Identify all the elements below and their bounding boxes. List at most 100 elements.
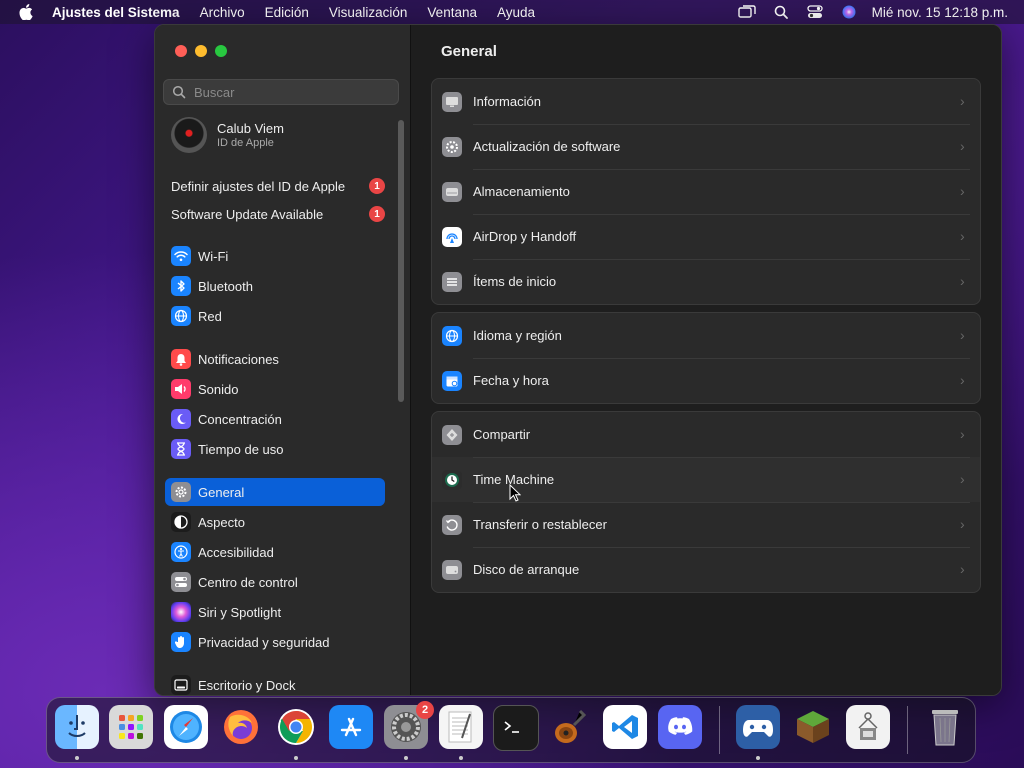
menubar-clock[interactable]: Mié nov. 15 12:18 p.m. xyxy=(872,5,1008,20)
storage-icon xyxy=(442,181,462,202)
row-label: Información xyxy=(473,94,541,109)
zoom-window-button[interactable] xyxy=(215,45,227,57)
row-airdrop-handoff[interactable]: AirDrop y Handoff › xyxy=(432,214,980,259)
sidebar-item-wifi[interactable]: Wi-Fi xyxy=(165,242,385,270)
firefox-icon[interactable] xyxy=(219,705,263,749)
notice-software-update[interactable]: Software Update Available 1 xyxy=(171,203,385,225)
sidebar-item-centro-de-control[interactable]: Centro de control xyxy=(165,568,385,596)
row-compartir[interactable]: Compartir › xyxy=(432,412,980,457)
sidebar-item-label: Siri y Spotlight xyxy=(198,604,282,620)
row-label: Transferir o restablecer xyxy=(473,517,607,532)
sidebar-item-siri-spotlight[interactable]: Siri y Spotlight xyxy=(165,598,385,626)
menu-ayuda[interactable]: Ayuda xyxy=(497,5,535,20)
language-icon xyxy=(442,325,462,346)
sharing-icon xyxy=(442,424,462,445)
sidebar-item-label: Escritorio y Dock xyxy=(198,677,296,693)
dock: 2 xyxy=(46,697,976,763)
control-center-icon[interactable] xyxy=(806,4,824,20)
row-label: Actualización de software xyxy=(473,139,621,154)
terminal-icon[interactable] xyxy=(493,705,539,751)
row-idioma-region[interactable]: Idioma y región › xyxy=(432,313,980,358)
chrome-icon[interactable] xyxy=(274,705,318,749)
vscode-icon[interactable] xyxy=(603,705,647,749)
garageband-icon[interactable] xyxy=(548,705,592,749)
safari-icon[interactable] xyxy=(164,705,208,749)
notice-label: Definir ajustes del ID de Apple xyxy=(171,178,346,194)
chevron-right-icon: › xyxy=(960,183,965,199)
menu-bar: Ajustes del Sistema Archivo Edición Visu… xyxy=(0,0,1024,24)
finder-icon[interactable] xyxy=(55,705,99,749)
menu-archivo[interactable]: Archivo xyxy=(200,5,245,20)
running-indicator xyxy=(294,756,298,760)
dock-notification-badge: 2 xyxy=(416,701,434,719)
row-fecha-hora[interactable]: Fecha y hora › xyxy=(432,358,980,403)
apple-id-account[interactable]: Calub Viem ID de Apple xyxy=(171,117,284,153)
sidebar-item-label: Centro de control xyxy=(198,574,298,590)
siri-icon[interactable] xyxy=(840,4,858,20)
menu-app-name[interactable]: Ajustes del Sistema xyxy=(52,5,180,20)
menu-edicion[interactable]: Edición xyxy=(265,5,309,20)
sidebar-item-escritorio-dock[interactable]: Escritorio y Dock xyxy=(165,671,385,695)
time-machine-icon xyxy=(442,469,462,490)
game-controller-app-icon[interactable] xyxy=(736,705,780,749)
wifi-icon xyxy=(171,246,191,266)
archive-utility-icon[interactable] xyxy=(846,705,890,749)
airdrop-icon xyxy=(442,226,462,247)
sidebar-item-label: Red xyxy=(198,308,222,324)
globe-icon xyxy=(171,306,191,326)
menu-visualizacion[interactable]: Visualización xyxy=(329,5,408,20)
trash-icon[interactable] xyxy=(923,705,967,749)
discord-icon[interactable] xyxy=(658,705,702,749)
notification-badge: 1 xyxy=(369,178,385,194)
appearance-icon xyxy=(171,512,191,532)
gear-icon xyxy=(171,482,191,502)
sidebar-item-bluetooth[interactable]: Bluetooth xyxy=(165,272,385,300)
notice-apple-id-settings[interactable]: Definir ajustes del ID de Apple 1 xyxy=(171,175,385,197)
window-controls xyxy=(175,45,227,57)
search-input[interactable] xyxy=(192,83,396,101)
chevron-right-icon: › xyxy=(960,426,965,442)
minecraft-icon[interactable] xyxy=(791,705,835,749)
apple-menu-icon[interactable] xyxy=(18,4,34,20)
row-transferir-restablecer[interactable]: Transferir o restablecer › xyxy=(432,502,980,547)
sidebar-item-general[interactable]: General xyxy=(165,478,385,506)
sidebar-scrollbar[interactable] xyxy=(398,120,404,402)
bell-icon xyxy=(171,349,191,369)
app-store-icon[interactable] xyxy=(329,705,373,749)
toggles-icon xyxy=(171,572,191,592)
row-informacion[interactable]: Información › xyxy=(432,79,980,124)
sidebar-item-accesibilidad[interactable]: Accesibilidad xyxy=(165,538,385,566)
sidebar-item-label: Bluetooth xyxy=(198,278,253,294)
screen-mirroring-icon[interactable] xyxy=(737,4,756,20)
page-title: General xyxy=(441,43,497,60)
row-actualizacion-software[interactable]: Actualización de software › xyxy=(432,124,980,169)
chevron-right-icon: › xyxy=(960,93,965,109)
sidebar-item-red[interactable]: Red xyxy=(165,302,385,330)
row-label: Compartir xyxy=(473,427,531,442)
sidebar-item-label: Sonido xyxy=(198,381,239,397)
row-items-inicio[interactable]: Ítems de inicio › xyxy=(432,259,980,304)
chevron-right-icon: › xyxy=(960,372,965,388)
launchpad-icon[interactable] xyxy=(109,705,153,749)
sidebar-item-notificaciones[interactable]: Notificaciones xyxy=(165,345,385,373)
close-window-button[interactable] xyxy=(175,45,187,57)
sidebar-item-concentracion[interactable]: Concentración xyxy=(165,405,385,433)
search-field[interactable] xyxy=(163,79,399,105)
row-label: AirDrop y Handoff xyxy=(473,229,577,244)
row-label: Almacenamiento xyxy=(473,184,570,199)
sidebar-item-label: General xyxy=(198,484,245,500)
row-almacenamiento[interactable]: Almacenamiento › xyxy=(432,169,980,214)
row-label: Disco de arranque xyxy=(473,562,580,577)
textedit-icon[interactable] xyxy=(439,705,483,749)
system-settings-icon[interactable]: 2 xyxy=(384,701,434,749)
sidebar-item-sonido[interactable]: Sonido xyxy=(165,375,385,403)
sidebar-item-aspecto[interactable]: Aspecto xyxy=(165,508,385,536)
spotlight-search-icon[interactable] xyxy=(772,4,790,20)
menu-ventana[interactable]: Ventana xyxy=(427,5,477,20)
sidebar-item-tiempo-de-uso[interactable]: Tiempo de uso xyxy=(165,435,385,463)
main-content: General Información › Actualización de s… xyxy=(411,25,1001,695)
row-disco-arranque[interactable]: Disco de arranque › xyxy=(432,547,980,592)
avatar xyxy=(171,117,207,153)
sidebar-item-privacidad[interactable]: Privacidad y seguridad xyxy=(165,628,385,656)
minimize-window-button[interactable] xyxy=(195,45,207,57)
